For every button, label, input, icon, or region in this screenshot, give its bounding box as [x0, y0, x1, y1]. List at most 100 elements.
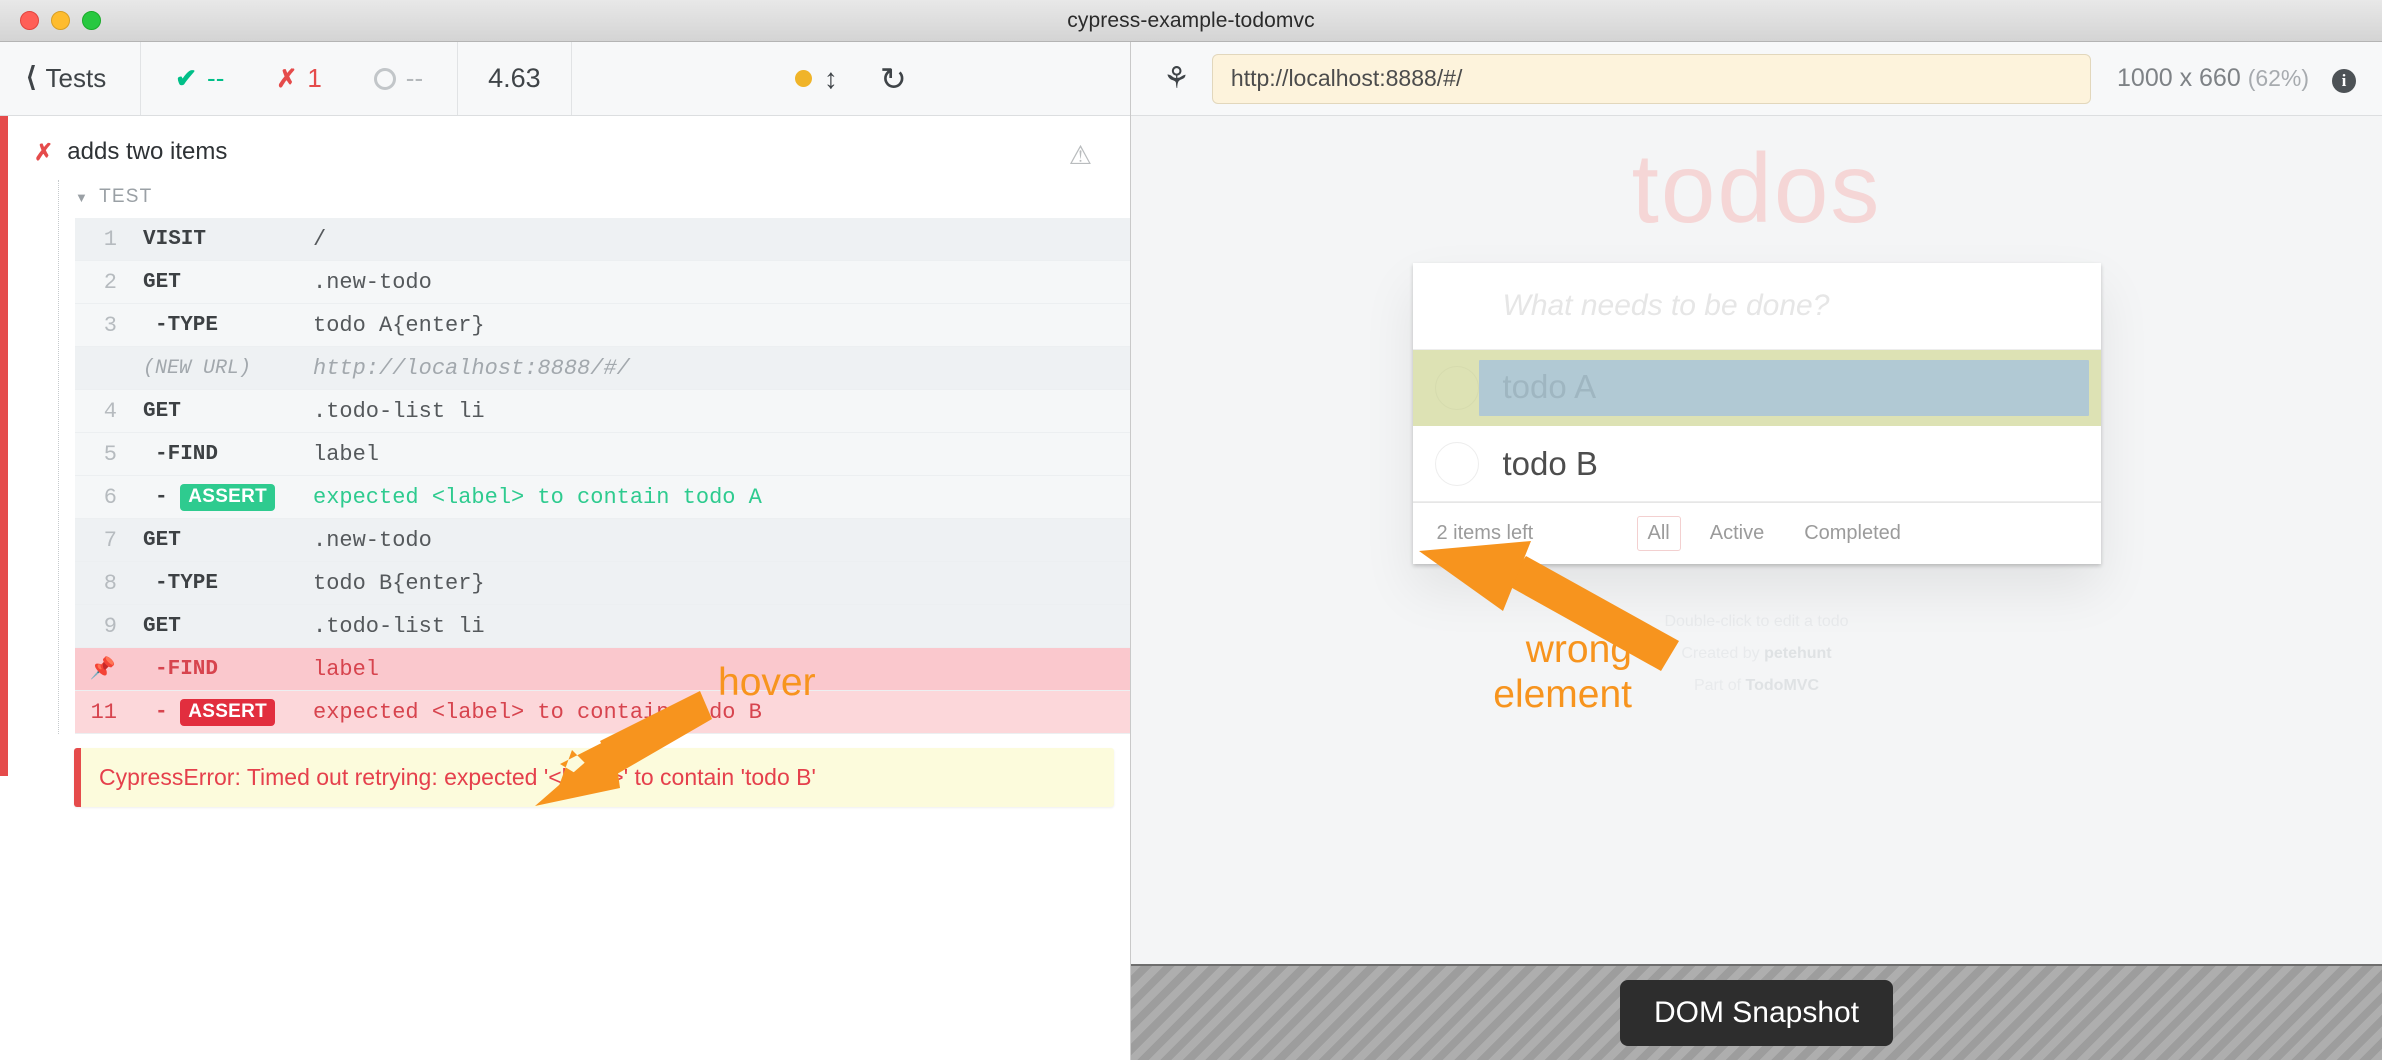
test-duration: 4.63 [458, 42, 572, 115]
filter-completed[interactable]: Completed [1793, 516, 1912, 551]
new-url-value: http://localhost:8888/#/ [309, 356, 1130, 381]
todos-heading: todos [1131, 116, 2382, 245]
reporter-header: ⟨ Tests ✔ -- ✗ 1 -- 4.63 [0, 42, 1130, 116]
amber-dot-icon [795, 70, 812, 87]
command-name: VISIT [131, 228, 309, 251]
chevron-down-icon: ▼ [75, 190, 89, 205]
command-message: .todo-list li [309, 614, 1130, 639]
credits-line-1: Double-click to edit a todo [1131, 606, 2382, 638]
command-message: label [309, 442, 1130, 467]
command-row[interactable]: 2 GET .new-todo [75, 261, 1130, 304]
command-row[interactable]: 8 -TYPE todo B{enter} [75, 562, 1130, 605]
restart-tests-icon[interactable]: ↻ [880, 63, 907, 95]
filter-all[interactable]: All [1637, 516, 1681, 551]
test-failed-icon: ✗ [34, 139, 53, 166]
assertion-row-passed[interactable]: 6 - ASSERT expected <label> to contain t… [75, 476, 1130, 519]
url-bar[interactable]: http://localhost:8888/#/ [1212, 54, 2091, 104]
pin-icon[interactable]: 📌 [75, 657, 131, 682]
command-row[interactable]: 1 VISIT / [75, 218, 1130, 261]
todoapp-card: What needs to be done? todo A todo B 2 i… [1413, 263, 2101, 564]
viewport-dimensions: 1000 x 660 [2117, 64, 2241, 92]
new-url-label: (NEW URL) [131, 357, 309, 380]
agent-section-label[interactable]: ▼ TEST [59, 180, 1130, 218]
dom-snapshot-button[interactable]: DOM Snapshot [1620, 980, 1893, 1046]
window-title: cypress-example-todomvc [0, 9, 2382, 33]
credits-created-by: Created by [1681, 645, 1764, 662]
command-row[interactable]: 5 -FIND label [75, 433, 1130, 476]
toggle-todo-checkbox[interactable] [1435, 442, 1479, 486]
command-name: GET [131, 271, 309, 294]
warning-icon[interactable]: ⚠ [1069, 140, 1092, 171]
credits-author[interactable]: petehunt [1764, 645, 1832, 662]
command-number: 9 [75, 614, 131, 639]
command-number: 7 [75, 528, 131, 553]
aut-stage: todos What needs to be done? todo A todo… [1131, 116, 2382, 964]
command-message: .new-todo [309, 528, 1130, 553]
command-number: 11 [75, 700, 131, 725]
info-icon[interactable]: i [2332, 69, 2356, 93]
credits-project[interactable]: TodoMVC [1746, 677, 1819, 694]
dom-snapshot-bar: DOM Snapshot [1131, 964, 2382, 1060]
command-message: todo B{enter} [309, 571, 1130, 596]
todomvc-app: todos What needs to be done? todo A todo… [1131, 116, 2382, 702]
error-message: CypressError: Timed out retrying: expect… [74, 748, 1114, 807]
command-number: 5 [75, 442, 131, 467]
command-message: expected <label> to contain todo A [309, 485, 1130, 510]
viewport-size: 1000 x 660 (62%) i [2091, 64, 2356, 93]
command-name: GET [131, 529, 309, 552]
stat-passed: ✔ -- [149, 63, 250, 94]
todo-label[interactable]: todo A [1479, 360, 2089, 416]
items-left-count: 2 items left [1437, 522, 1637, 545]
command-row[interactable]: 9 GET .todo-list li [75, 605, 1130, 648]
failure-stripe [0, 116, 8, 776]
assertion-row-failed[interactable]: 11 - ASSERT expected <label> to contain … [75, 691, 1130, 734]
command-row[interactable]: 4 GET .todo-list li [75, 390, 1130, 433]
annotation-wrong-line1: wrong [1452, 628, 1632, 673]
command-message: todo A{enter} [309, 313, 1130, 338]
auto-scroll-toggle[interactable]: ↕ [795, 65, 838, 93]
aut-panel: ⚘ http://localhost:8888/#/ 1000 x 660 (6… [1131, 42, 2382, 1060]
x-icon: ✗ [276, 64, 297, 94]
command-number: 4 [75, 399, 131, 424]
command-row-failed-pinned[interactable]: 📌 -FIND label [75, 648, 1130, 691]
command-message: .new-todo [309, 270, 1130, 295]
command-message: / [309, 227, 1130, 252]
reporter-panel: ⟨ Tests ✔ -- ✗ 1 -- 4.63 [0, 42, 1131, 1060]
command-number: 2 [75, 270, 131, 295]
command-name: -FIND [131, 658, 309, 681]
new-todo-input[interactable]: What needs to be done? [1413, 263, 2101, 350]
test-agent-group: ▼ TEST 1 VISIT / 2 GET .new-todo [58, 180, 1130, 734]
filter-active[interactable]: Active [1699, 516, 1775, 551]
selector-playground-icon[interactable]: ⚘ [1157, 64, 1212, 94]
back-to-tests-label: Tests [46, 63, 107, 94]
todo-footer: 2 items left All Active Completed [1413, 502, 2101, 564]
stat-failed: ✗ 1 [250, 63, 347, 94]
reporter-controls: ↕ ↻ [572, 42, 1130, 115]
test-header[interactable]: ✗ adds two items ⚠ [0, 116, 1130, 180]
failed-count: 1 [307, 63, 321, 94]
passed-count: -- [207, 63, 224, 94]
command-number: 3 [75, 313, 131, 338]
todo-list-item[interactable]: todo B [1413, 426, 2101, 502]
assert-badge: ASSERT [180, 484, 275, 511]
circle-icon [374, 68, 396, 90]
back-to-tests-button[interactable]: ⟨ Tests [0, 42, 141, 115]
url-text: http://localhost:8888/#/ [1231, 65, 1462, 92]
todo-list-item[interactable]: todo A [1413, 350, 2101, 426]
command-name: -TYPE [131, 314, 309, 337]
command-number: 1 [75, 227, 131, 252]
todo-label[interactable]: todo B [1479, 445, 2101, 483]
reporter-body: ✗ adds two items ⚠ ▼ TEST 1 VISIT / 2 [0, 116, 1130, 1060]
command-name: - ASSERT [131, 699, 309, 726]
toggle-todo-checkbox[interactable] [1435, 366, 1479, 410]
window-titlebar: cypress-example-todomvc [0, 0, 2382, 42]
updown-arrow-icon: ↕ [824, 65, 838, 93]
command-name: -TYPE [131, 572, 309, 595]
annotation-wrong-line2: element [1452, 673, 1632, 718]
command-name: - ASSERT [131, 484, 309, 511]
command-name: GET [131, 400, 309, 423]
credits-line-2: Created by petehunt [1131, 638, 2382, 670]
command-row[interactable]: 3 -TYPE todo A{enter} [75, 304, 1130, 347]
test-title: adds two items [67, 138, 227, 166]
command-row[interactable]: 7 GET .new-todo [75, 519, 1130, 562]
